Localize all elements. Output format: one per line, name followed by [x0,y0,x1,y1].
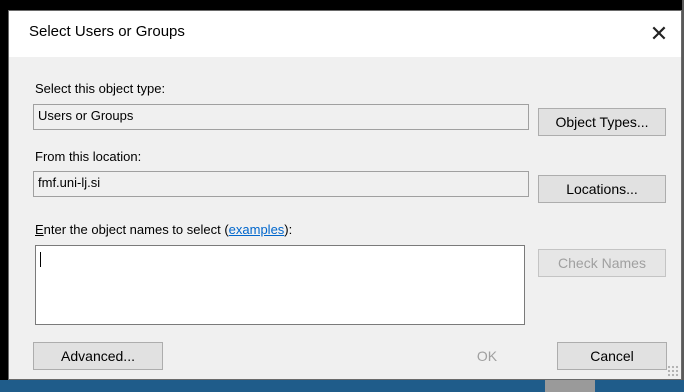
select-users-dialog: Select Users or Groups ✕ Select this obj… [8,10,682,380]
ok-button[interactable]: OK [425,342,549,370]
location-label: From this location: [35,149,142,164]
resize-grip[interactable] [667,365,679,377]
object-names-input[interactable] [35,245,525,325]
taskbar-strip [0,380,684,392]
check-names-button[interactable]: Check Names [538,249,666,277]
object-type-label: Select this object type: [35,81,166,96]
names-label: Enter the object names to select (exampl… [35,222,292,237]
advanced-button[interactable]: Advanced... [33,342,163,370]
names-label-accel: E [35,222,44,237]
text-caret [40,252,41,267]
object-type-field: Users or Groups [33,104,529,130]
object-types-button[interactable]: Object Types... [538,108,666,136]
title-bar: Select Users or Groups ✕ [9,11,681,57]
dialog-title: Select Users or Groups [29,23,185,40]
names-label-text: nter the object names to select ( [43,222,229,237]
location-field: fmf.uni-lj.si [33,171,529,197]
close-button[interactable]: ✕ [637,11,681,57]
taskbar-segment [545,380,595,392]
close-icon: ✕ [649,21,669,46]
cancel-button[interactable]: Cancel [557,342,667,370]
examples-link[interactable]: examples [229,222,285,237]
locations-button[interactable]: Locations... [538,175,666,203]
names-label-end: ): [284,222,293,237]
